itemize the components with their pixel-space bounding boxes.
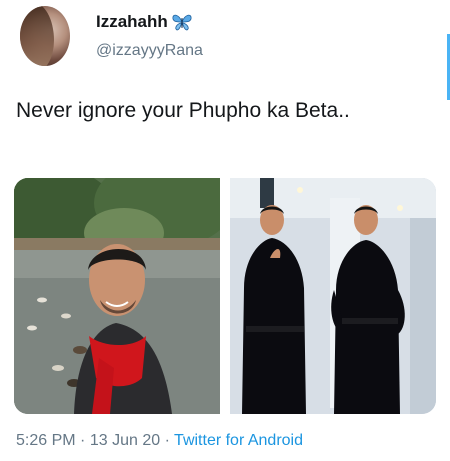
tweet-card: Izzahahh @izzayyyRana Never ignore your … bbox=[0, 0, 450, 461]
author-handle[interactable]: @izzayyyRana bbox=[96, 42, 203, 60]
photo-man-black-shirt-image bbox=[230, 178, 436, 414]
photo-man-red-scarf-image bbox=[14, 178, 220, 414]
media-grid bbox=[14, 178, 436, 414]
tweet-meta: 5:26 PM · 13 Jun 20 · Twitter for Androi… bbox=[16, 432, 303, 450]
photo-man-red-scarf[interactable] bbox=[14, 178, 220, 414]
tweet-text: Never ignore your Phupho ka Beta.. bbox=[16, 99, 350, 122]
tweet-source-link[interactable]: Twitter for Android bbox=[174, 432, 303, 449]
display-name[interactable]: Izzahahh bbox=[96, 12, 168, 32]
author-name-row: Izzahahh bbox=[96, 12, 193, 32]
meta-separator: · bbox=[80, 432, 86, 449]
meta-separator: · bbox=[164, 432, 170, 449]
butterfly-icon bbox=[172, 14, 192, 31]
photo-man-black-shirt[interactable] bbox=[230, 178, 436, 414]
tweet-time[interactable]: 5:26 PM bbox=[16, 432, 76, 449]
avatar-hair bbox=[20, 6, 54, 66]
tweet-date[interactable]: 13 Jun 20 bbox=[90, 432, 160, 449]
avatar[interactable] bbox=[20, 6, 70, 66]
